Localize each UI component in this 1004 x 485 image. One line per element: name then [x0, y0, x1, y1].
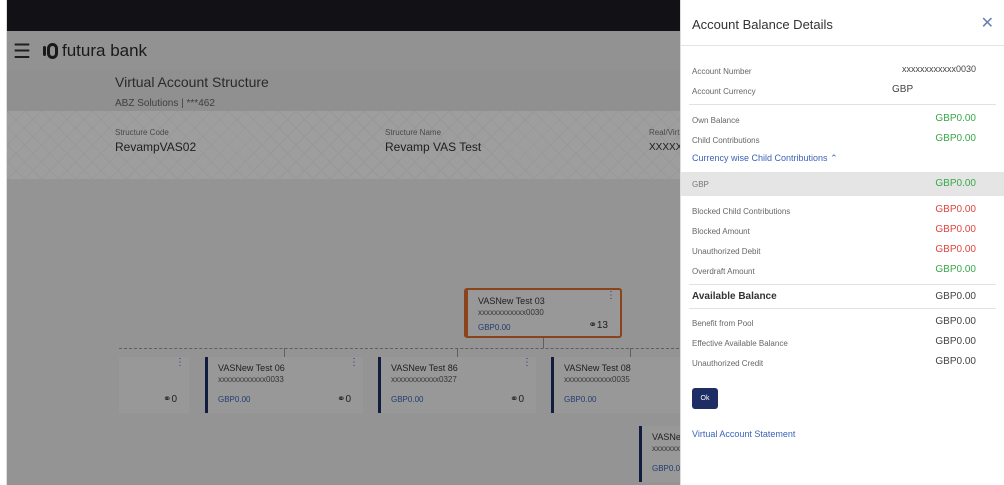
panel-title: Account Balance Details — [692, 17, 833, 32]
divider — [689, 308, 996, 309]
divider — [689, 104, 996, 105]
chevron-up-icon: ⌃ — [830, 153, 838, 163]
account-balance-panel: Account Balance Details ✕ Account Number… — [680, 0, 1004, 485]
currency-row-label: GBP — [692, 180, 709, 189]
currency-wise-toggle[interactable]: Currency wise Child Contributions ⌃ — [692, 153, 838, 164]
close-icon[interactable]: ✕ — [981, 13, 994, 33]
unauthorized-credit-row: Unauthorized Credit GBP0.00 — [681, 354, 1004, 374]
currency-row: GBP GBP0.00 — [681, 172, 1004, 196]
blocked-child-row: Blocked Child Contributions GBP0.00 — [681, 202, 1004, 222]
blocked-amount-label: Blocked Amount — [692, 227, 750, 236]
effective-balance-label: Effective Available Balance — [692, 339, 788, 348]
account-number-row: Account Number xxxxxxxxxxxx0030 — [681, 62, 1004, 82]
blocked-amount-value: GBP0.00 — [935, 224, 976, 235]
unauthorized-debit-label: Unauthorized Debit — [692, 247, 761, 256]
ok-button[interactable]: Ok — [692, 388, 718, 409]
account-number-value: xxxxxxxxxxxx0030 — [901, 64, 976, 74]
overdraft-value: GBP0.00 — [935, 264, 976, 275]
currency-row-value: GBP0.00 — [935, 178, 976, 189]
overdraft-label: Overdraft Amount — [692, 267, 755, 276]
child-contributions-row: Child Contributions GBP0.00 — [681, 131, 1004, 151]
benefit-row: Benefit from Pool GBP0.00 — [681, 314, 1004, 334]
account-currency-value: GBP — [892, 84, 914, 95]
own-balance-label: Own Balance — [692, 116, 740, 125]
effective-balance-value: GBP0.00 — [935, 336, 976, 347]
own-balance-row: Own Balance GBP0.00 — [681, 111, 1004, 131]
blocked-child-value: GBP0.00 — [935, 204, 976, 215]
account-currency-row: Account Currency GBP — [681, 82, 1004, 102]
blocked-amount-row: Blocked Amount GBP0.00 — [681, 222, 1004, 242]
divider — [689, 284, 996, 285]
unauthorized-credit-label: Unauthorized Credit — [692, 359, 764, 368]
unauthorized-debit-row: Unauthorized Debit GBP0.00 — [681, 242, 1004, 262]
effective-balance-row: Effective Available Balance GBP0.00 — [681, 334, 1004, 354]
available-balance-value: GBP0.00 — [935, 291, 976, 302]
account-number-label: Account Number — [692, 67, 752, 76]
currency-wise-label: Currency wise Child Contributions — [692, 153, 828, 163]
child-contributions-label: Child Contributions — [692, 136, 760, 145]
child-contributions-value: GBP0.00 — [935, 133, 976, 144]
benefit-value: GBP0.00 — [935, 316, 976, 327]
benefit-label: Benefit from Pool — [692, 319, 754, 328]
panel-header: Account Balance Details ✕ — [681, 0, 1004, 46]
virtual-account-statement-link[interactable]: Virtual Account Statement — [692, 429, 795, 439]
own-balance-value: GBP0.00 — [935, 113, 976, 124]
account-currency-label: Account Currency — [692, 87, 756, 96]
available-balance-label: Available Balance — [692, 291, 777, 302]
overdraft-row: Overdraft Amount GBP0.00 — [681, 262, 1004, 282]
unauthorized-credit-value: GBP0.00 — [935, 356, 976, 367]
unauthorized-debit-value: GBP0.00 — [935, 244, 976, 255]
blocked-child-label: Blocked Child Contributions — [692, 207, 791, 216]
